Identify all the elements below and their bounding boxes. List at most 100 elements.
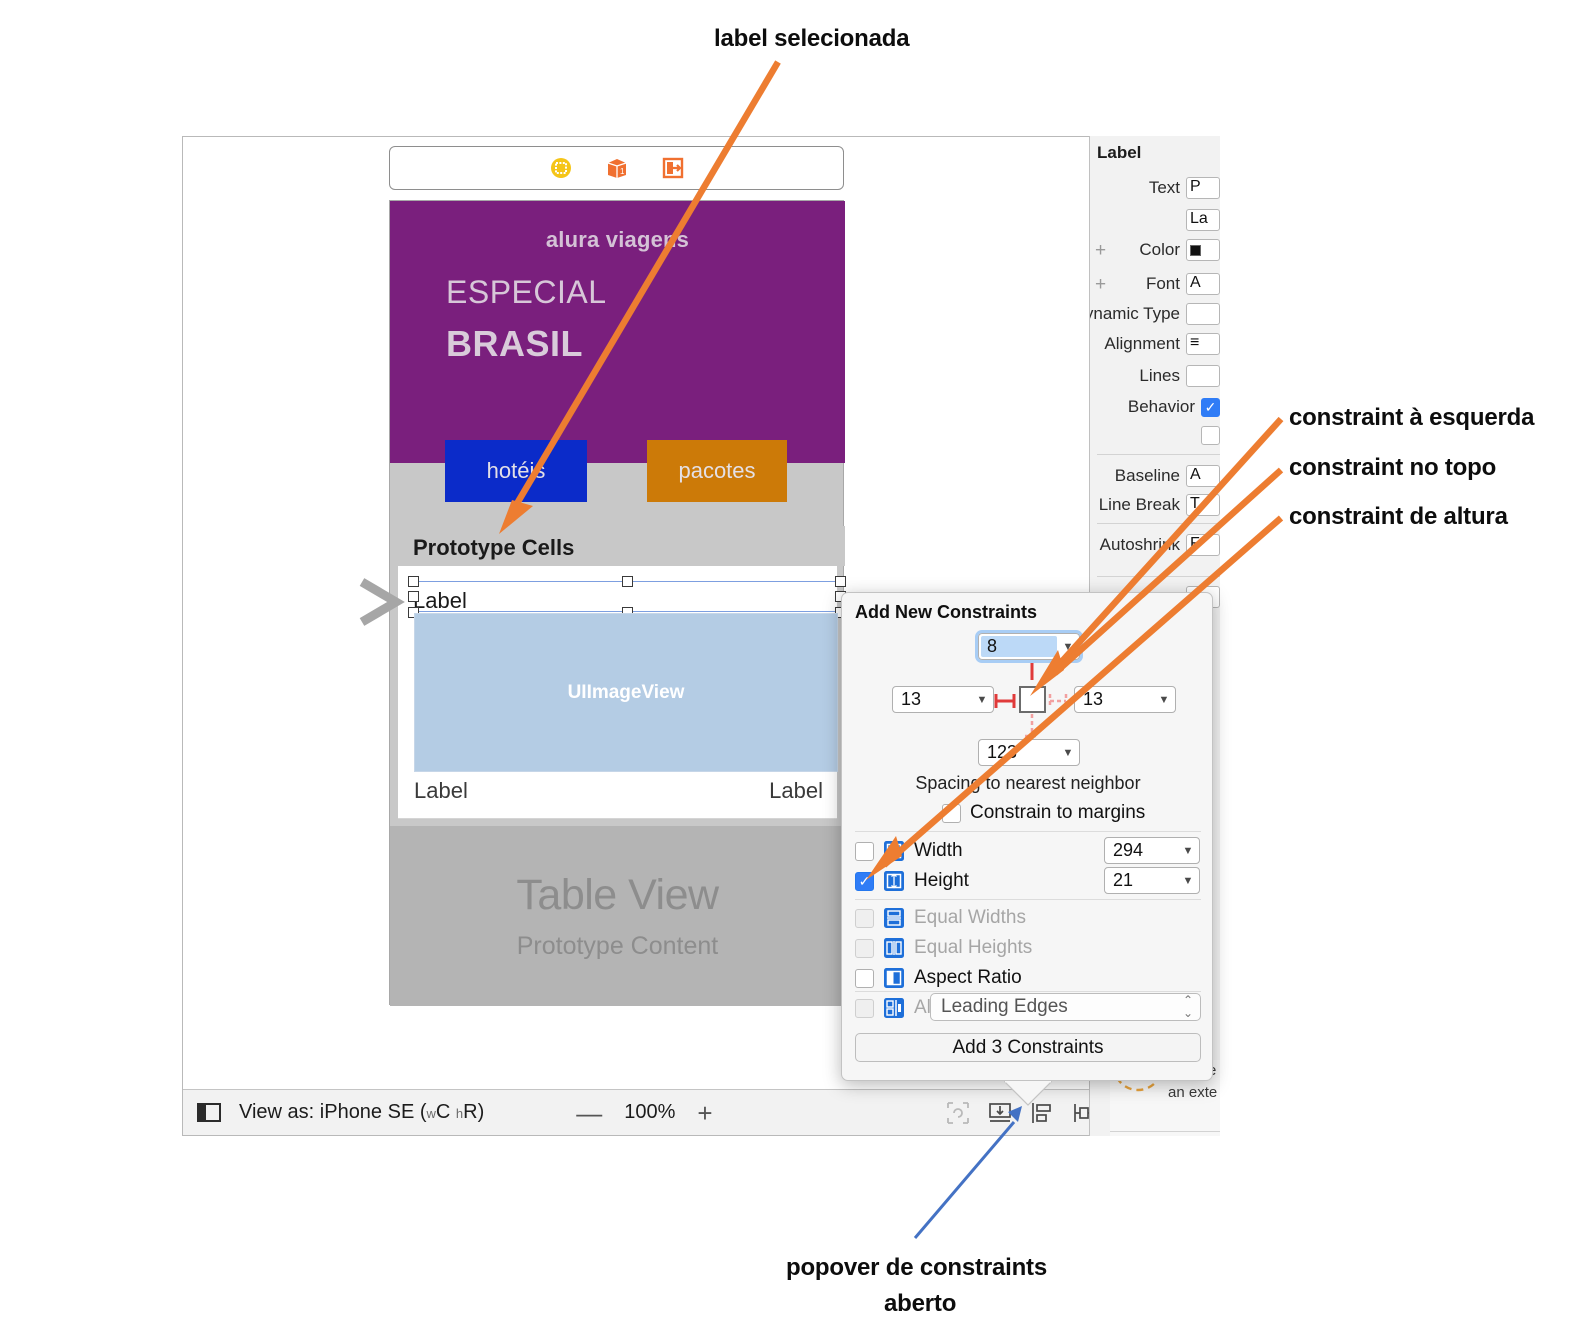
inspector-divider-2 [1097, 523, 1220, 524]
equal-widths-label: Equal Widths [914, 907, 1026, 928]
ui-image-view[interactable]: UIImageView [414, 613, 838, 772]
pacotes-button[interactable]: pacotes [647, 440, 787, 502]
equal-widths-checkbox [855, 908, 874, 928]
width-chevron-down-icon[interactable]: ▼ [1177, 845, 1199, 857]
height-value[interactable]: 21 [1105, 870, 1177, 891]
inspector-row-line-break[interactable]: Line Break T [1090, 492, 1220, 518]
top-spacing-value[interactable]: 8 [981, 636, 1057, 657]
resize-handle-middle-left[interactable] [408, 591, 419, 602]
trailing-spacing-stepper[interactable]: 13 ▼ [1074, 686, 1176, 713]
fragment-text-2: an exte [1168, 1084, 1218, 1101]
inspector-row-alignment[interactable]: Alignment ≡ [1090, 331, 1220, 357]
inspector-label-behavior: Behavior [1127, 397, 1195, 416]
equal-heights-checkbox [855, 938, 874, 958]
trait-open: ( [419, 1101, 427, 1123]
constrain-to-margins-row[interactable]: Constrain to margins [942, 802, 1145, 824]
text-field[interactable]: P [1186, 177, 1220, 199]
zoom-out-button[interactable]: — [576, 1100, 602, 1126]
scene-dock[interactable]: 1 [389, 146, 844, 190]
inspector-row-font[interactable]: + Font A [1090, 271, 1220, 297]
lines-stepper[interactable] [1186, 365, 1220, 387]
cell-label-left[interactable]: Label [414, 778, 468, 804]
first-responder-icon[interactable]: 1 [606, 157, 628, 179]
inspector-row-lines[interactable]: Lines [1090, 363, 1220, 389]
width-value[interactable]: 294 [1105, 840, 1177, 861]
add-constraints-button[interactable]: Add 3 Constraints [855, 1033, 1201, 1062]
inspector-row-autoshrink[interactable]: Autoshrink F [1090, 532, 1220, 558]
add-font-variation-button[interactable]: + [1095, 275, 1106, 294]
zoom-in-button[interactable]: + [697, 1100, 712, 1126]
resize-handle-top-right[interactable] [835, 576, 846, 587]
resize-handle-top-left[interactable] [408, 576, 419, 587]
inspector-row-baseline[interactable]: Baseline A [1090, 463, 1220, 489]
leading-spacing-value[interactable]: 13 [893, 689, 971, 710]
color-well[interactable] [1186, 239, 1220, 261]
view-controller-icon[interactable] [550, 157, 572, 179]
top-spacing-stepper[interactable]: 8 ▼ [975, 630, 1083, 663]
selected-label[interactable]: Label [413, 588, 467, 614]
aspect-ratio-checkbox[interactable] [855, 968, 874, 988]
height-checkbox[interactable]: ✓ [855, 871, 874, 891]
behavior-highlighted-checkbox[interactable] [1201, 425, 1220, 445]
text-value-field[interactable]: La [1186, 209, 1220, 231]
inspector-label-line-break: Line Break [1098, 495, 1180, 514]
popover-title: Add New Constraints [855, 602, 1038, 622]
dynamic-type-checkbox[interactable] [1186, 303, 1220, 325]
inspector-label-lines: Lines [1139, 366, 1180, 385]
banner-line-1: ESPECIAL [446, 274, 607, 310]
inspector-row-behavior[interactable]: Behavior ✓ [1090, 394, 1220, 420]
trailing-spacing-chevron-down-icon[interactable]: ▼ [1153, 687, 1175, 712]
align-select-value: Leading Edges [941, 996, 1068, 1017]
alignment-segmented-control[interactable]: ≡ [1186, 333, 1220, 355]
update-frames-icon[interactable] [945, 1100, 971, 1126]
chevron-up-down-icon[interactable]: ⌃ ⌄ [1176, 993, 1200, 1020]
exit-icon[interactable] [662, 157, 684, 179]
aspect-ratio-row[interactable]: Aspect Ratio [855, 963, 1201, 993]
leading-spacing-chevron-down-icon[interactable]: ▼ [971, 687, 993, 712]
inspector-row-text[interactable]: Text P [1090, 175, 1220, 201]
trailing-spacing-value[interactable]: 13 [1075, 689, 1153, 710]
bottom-spacing-value[interactable]: 123 [979, 742, 1057, 763]
brand-title: alura viagens [545, 227, 690, 252]
view-as-text[interactable]: View as: iPhone SE (wC hR) [239, 1101, 484, 1124]
autoshrink-select[interactable]: F [1186, 534, 1220, 556]
baseline-select[interactable]: A [1186, 465, 1220, 487]
annotation-label-selecionada: label selecionada [714, 25, 910, 52]
prototype-cell[interactable]: Label UIImageView Label Label [398, 566, 846, 819]
height-chevron-down-icon[interactable]: ▼ [1177, 875, 1199, 887]
resize-handle-top-center[interactable] [622, 576, 633, 587]
align-select[interactable]: Leading Edges ⌃ ⌄ [930, 993, 1201, 1021]
leading-spacing-stepper[interactable]: 13 ▼ [892, 686, 994, 713]
width-value-stepper[interactable]: 294 ▼ [1104, 837, 1200, 864]
height-value-stepper[interactable]: 21 ▼ [1104, 867, 1200, 894]
inspector-row-color[interactable]: + Color [1090, 237, 1220, 263]
fragment-divider [1110, 1131, 1220, 1132]
width-constraint-icon [884, 841, 904, 861]
view-as-icon[interactable] [197, 1103, 221, 1122]
width-checkbox[interactable] [855, 841, 874, 861]
bottom-spacing-chevron-down-icon[interactable]: ▼ [1057, 740, 1079, 765]
inspector-row-text-value[interactable]: La [1090, 207, 1220, 233]
cell-label-right[interactable]: Label [769, 778, 823, 804]
line-break-select[interactable]: T [1186, 494, 1220, 516]
inspector-label-alignment: Alignment [1104, 334, 1180, 353]
behavior-enabled-checkbox[interactable]: ✓ [1201, 397, 1220, 417]
constrain-to-margins-checkbox[interactable] [942, 803, 961, 823]
font-field[interactable]: A [1186, 273, 1220, 295]
equal-heights-label: Equal Heights [914, 937, 1033, 958]
device-preview[interactable]: alura viagens ESPECIAL BRASIL hotéis pac… [389, 200, 846, 1006]
inspector-title: Label [1097, 143, 1142, 162]
zoom-controls[interactable]: — 100% + [576, 1100, 712, 1126]
table-view-placeholder[interactable]: Table View Prototype Content [390, 826, 845, 1006]
add-color-variation-button[interactable]: + [1095, 241, 1106, 260]
bottom-spacing-stepper[interactable]: 123 ▼ [978, 739, 1080, 766]
inspector-row-dynamic-type[interactable]: Dynamic Type [1090, 301, 1220, 327]
table-view-subtitle: Prototype Content [516, 932, 719, 960]
add-new-constraints-popover[interactable]: Add New Constraints 8 ▼ 13 ▼ 13 ▼ 123 ▼ … [841, 592, 1213, 1106]
popover-divider-3 [855, 991, 1201, 992]
popover-divider-2 [855, 899, 1201, 900]
popover-tail [1004, 1081, 1052, 1106]
hoteis-button[interactable]: hotéis [445, 440, 587, 502]
inspector-row-behavior-2[interactable] [1090, 422, 1220, 448]
top-spacing-chevron-down-icon[interactable]: ▼ [1057, 634, 1079, 659]
